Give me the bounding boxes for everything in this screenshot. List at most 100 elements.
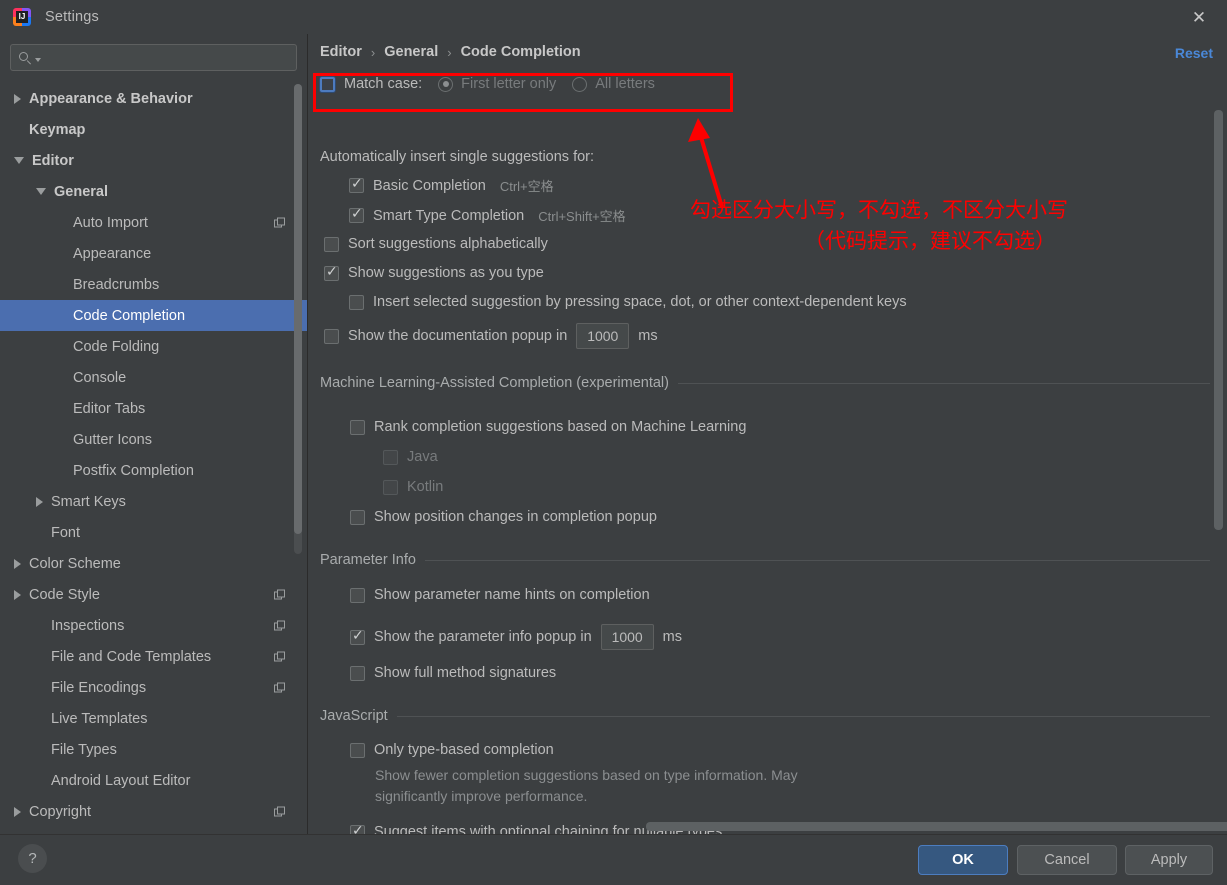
chevron-right-icon[interactable] <box>36 497 43 507</box>
dialog-footer: ? OK Cancel Apply <box>0 834 1227 885</box>
breadcrumb-item-code-completion: Code Completion <box>461 44 581 60</box>
breadcrumb-item-general[interactable]: General <box>384 44 438 60</box>
tree-spacer <box>14 126 21 133</box>
match-case-checkbox[interactable] <box>320 77 335 92</box>
sidebar-item-editor[interactable]: Editor <box>0 145 307 176</box>
chevron-right-icon[interactable] <box>14 559 21 569</box>
annotation-line-2: （代码提示，建议不勾选） <box>690 226 1170 257</box>
smart-type-completion-checkbox[interactable] <box>349 208 364 223</box>
ml-java-label: Java <box>407 449 438 465</box>
basic-completion-row: Basic Completion Ctrl+空格 <box>349 176 554 195</box>
sidebar-scrollbar-thumb[interactable] <box>294 84 302 534</box>
sidebar-item-label: Live Templates <box>51 711 147 727</box>
sidebar-scrollbar-track[interactable] <box>294 84 302 554</box>
sidebar-item-file-and-code-templates[interactable]: File and Code Templates <box>0 641 307 672</box>
ml-position-changes-label: Show position changes in completion popu… <box>374 509 657 525</box>
chevron-down-icon[interactable] <box>14 157 24 164</box>
copy-config-icon[interactable] <box>274 217 285 228</box>
sidebar-item-inspections[interactable]: Inspections <box>0 610 307 641</box>
smart-type-completion-shortcut: Ctrl+Shift+空格 <box>538 206 625 225</box>
cancel-button[interactable]: Cancel <box>1017 845 1117 875</box>
sidebar-item-color-scheme[interactable]: Color Scheme <box>0 548 307 579</box>
sidebar-item-code-style[interactable]: Code Style <box>0 579 307 610</box>
sidebar-item-label: Code Style <box>29 587 100 603</box>
chevron-right-icon[interactable] <box>14 590 21 600</box>
reset-link[interactable]: Reset <box>1175 45 1213 61</box>
sidebar-item-auto-import[interactable]: Auto Import <box>0 207 307 238</box>
sidebar-item-label: Smart Keys <box>51 494 126 510</box>
ml-java-row: Java <box>383 449 438 465</box>
copy-config-icon[interactable] <box>274 620 285 631</box>
param-info-popup-delay-input[interactable]: 1000 <box>601 624 654 650</box>
param-info-popup-checkbox[interactable] <box>350 630 365 645</box>
ml-java-checkbox[interactable] <box>383 450 398 465</box>
sidebar-item-label: Code Completion <box>73 308 185 324</box>
sidebar-item-copyright[interactable]: Copyright <box>0 796 307 827</box>
apply-button[interactable]: Apply <box>1125 845 1213 875</box>
tree-spacer <box>58 436 65 443</box>
question-mark-icon[interactable]: ? <box>18 844 47 873</box>
sort-alphabetically-label: Sort suggestions alphabetically <box>348 236 548 252</box>
type-based-completion-label: Only type-based completion <box>374 742 554 758</box>
copy-config-icon[interactable] <box>274 651 285 662</box>
sidebar-item-live-templates[interactable]: Live Templates <box>0 703 307 734</box>
show-as-you-type-row: Show suggestions as you type <box>324 265 544 281</box>
chevron-right-icon[interactable] <box>14 94 21 104</box>
sidebar-item-breadcrumbs[interactable]: Breadcrumbs <box>0 269 307 300</box>
tree-spacer <box>36 777 43 784</box>
tree-spacer <box>58 343 65 350</box>
sidebar-item-file-encodings[interactable]: File Encodings <box>0 672 307 703</box>
sidebar-item-console[interactable]: Console <box>0 362 307 393</box>
copy-config-icon[interactable] <box>274 682 285 693</box>
full-signatures-checkbox[interactable] <box>350 666 365 681</box>
ml-rank-row: Rank completion suggestions based on Mac… <box>350 419 746 435</box>
sidebar-item-code-folding[interactable]: Code Folding <box>0 331 307 362</box>
full-signatures-row: Show full method signatures <box>350 665 556 681</box>
sidebar-item-editor-tabs[interactable]: Editor Tabs <box>0 393 307 424</box>
sidebar-item-code-completion[interactable]: Code Completion <box>0 300 307 331</box>
ok-button[interactable]: OK <box>918 845 1008 875</box>
param-name-hints-row: Show parameter name hints on completion <box>350 587 650 603</box>
insert-selected-checkbox[interactable] <box>349 295 364 310</box>
sidebar-item-font[interactable]: Font <box>0 517 307 548</box>
sidebar-item-android-layout-editor[interactable]: Android Layout Editor <box>0 765 307 796</box>
sidebar-item-label: File and Code Templates <box>51 649 211 665</box>
show-as-you-type-checkbox[interactable] <box>324 266 339 281</box>
breadcrumb: Editor › General › Code Completion <box>320 44 581 60</box>
doc-popup-delay-input[interactable]: 1000 <box>576 323 629 349</box>
sidebar-item-gutter-icons[interactable]: Gutter Icons <box>0 424 307 455</box>
content-horizontal-scrollbar-thumb[interactable] <box>646 822 1227 831</box>
chevron-down-icon[interactable] <box>36 188 46 195</box>
copy-config-icon[interactable] <box>274 589 285 600</box>
ml-kotlin-checkbox[interactable] <box>383 480 398 495</box>
ml-position-changes-checkbox[interactable] <box>350 510 365 525</box>
type-based-completion-checkbox[interactable] <box>350 743 365 758</box>
breadcrumb-item-editor[interactable]: Editor <box>320 44 362 60</box>
first-letter-only-radio[interactable] <box>438 77 453 92</box>
ml-rank-checkbox[interactable] <box>350 420 365 435</box>
sidebar-item-smart-keys[interactable]: Smart Keys <box>0 486 307 517</box>
sidebar-item-appearance-behavior[interactable]: Appearance & Behavior <box>0 83 307 114</box>
basic-completion-checkbox[interactable] <box>349 178 364 193</box>
sidebar-item-postfix-completion[interactable]: Postfix Completion <box>0 455 307 486</box>
all-letters-radio[interactable] <box>572 77 587 92</box>
copy-config-icon[interactable] <box>274 806 285 817</box>
content-vertical-scrollbar-thumb[interactable] <box>1214 110 1223 530</box>
sidebar-item-file-types[interactable]: File Types <box>0 734 307 765</box>
section-divider <box>397 716 1210 717</box>
sort-alphabetically-checkbox[interactable] <box>324 237 339 252</box>
sidebar-item-general[interactable]: General <box>0 176 307 207</box>
close-icon[interactable]: ✕ <box>1177 0 1221 34</box>
optional-chaining-checkbox[interactable] <box>350 825 365 835</box>
search-input[interactable] <box>10 44 297 71</box>
ml-kotlin-row: Kotlin <box>383 479 443 495</box>
ml-section-title: Machine Learning-Assisted Completion (ex… <box>320 375 669 391</box>
chevron-right-icon[interactable] <box>14 807 21 817</box>
type-based-completion-help: Show fewer completion suggestions based … <box>375 765 798 807</box>
param-name-hints-checkbox[interactable] <box>350 588 365 603</box>
sidebar-item-keymap[interactable]: Keymap <box>0 114 307 145</box>
sidebar-item-appearance[interactable]: Appearance <box>0 238 307 269</box>
code-completion-panel: Match case: First letter only All letter… <box>309 66 1227 834</box>
javascript-section-title: JavaScript <box>320 708 388 724</box>
doc-popup-checkbox[interactable] <box>324 329 339 344</box>
